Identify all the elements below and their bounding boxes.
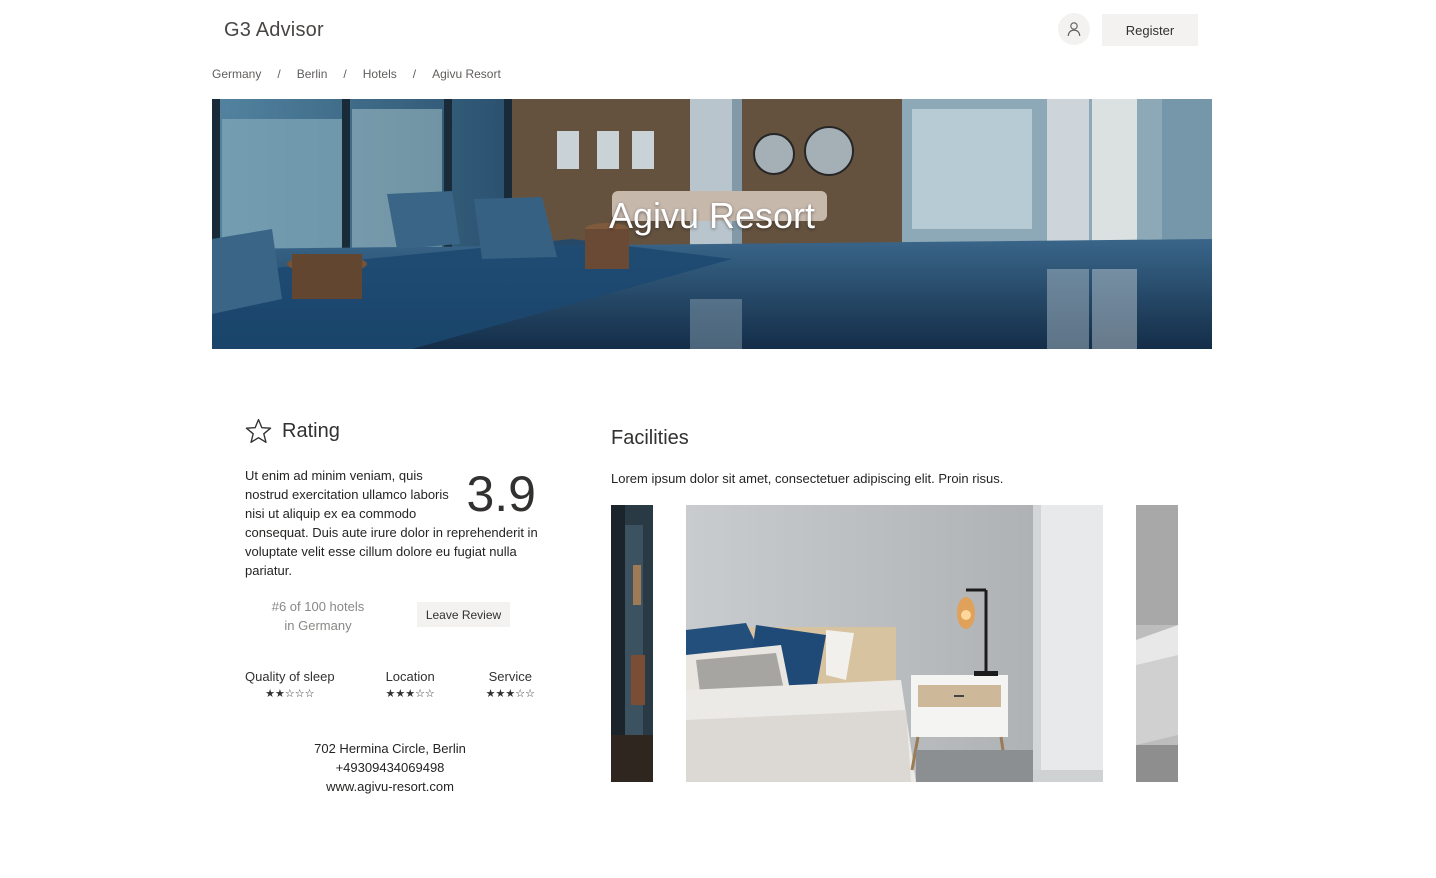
carousel-slide-previous[interactable]: [611, 505, 653, 782]
breadcrumb-item-germany[interactable]: Germany: [212, 67, 261, 81]
star-rating: ★★★☆☆: [385, 688, 435, 700]
website-link[interactable]: www.agivu-resort.com: [326, 779, 454, 794]
sub-rating-service: Service ★★★☆☆: [486, 669, 535, 701]
star-rating: ★★☆☆☆: [265, 688, 315, 700]
register-button[interactable]: Register: [1102, 14, 1198, 46]
sub-ratings: Quality of sleep ★★☆☆☆ Location ★★★☆☆ Se…: [245, 669, 535, 701]
sub-rating-label: Quality of sleep: [245, 669, 335, 684]
breadcrumb-item-current[interactable]: Agivu Resort: [432, 67, 501, 81]
phone-number: +49309434069498: [335, 760, 445, 775]
star-rating: ★★★☆☆: [485, 688, 535, 700]
star-outline-icon: [245, 418, 272, 443]
brand-logo-text[interactable]: G3 Advisor: [224, 19, 324, 42]
breadcrumb-separator: /: [277, 67, 281, 81]
facilities-carousel[interactable]: [611, 505, 1178, 782]
rank-line-2: in Germany: [284, 618, 352, 633]
carousel-slide-current[interactable]: [686, 505, 1103, 782]
lounge-photo: [611, 505, 653, 782]
sub-rating-location: Location ★★★☆☆: [385, 669, 434, 701]
hero-banner: Agivu Resort: [212, 99, 1212, 349]
breadcrumb-item-hotels[interactable]: Hotels: [363, 67, 397, 81]
rating-score: 3.9: [466, 466, 536, 522]
user-icon: [1067, 22, 1081, 37]
breadcrumb-separator: /: [343, 67, 347, 81]
carousel-slide-next[interactable]: [1136, 505, 1178, 782]
bedroom-photo: [686, 505, 1103, 782]
leave-review-button[interactable]: Leave Review: [417, 602, 510, 627]
rank-line-1: #6 of 100 hotels: [271, 599, 365, 614]
hotel-title: Agivu Resort: [608, 195, 816, 236]
breadcrumb-separator: /: [412, 67, 417, 81]
rating-header: Rating: [245, 418, 340, 444]
facilities-description: Lorem ipsum dolor sit amet, consectetuer…: [611, 471, 1004, 486]
breadcrumb: Germany / Berlin / Hotels / Agivu Resort: [212, 67, 501, 81]
breadcrumb-item-berlin[interactable]: Berlin: [297, 67, 328, 81]
sub-rating-label: Service: [488, 669, 532, 684]
bathroom-photo: [1136, 505, 1178, 782]
rating-heading: Rating: [282, 419, 340, 442]
contact-info: 702 Hermina Circle, Berlin +493094340694…: [245, 739, 535, 796]
sub-rating-quality-of-sleep: Quality of sleep ★★☆☆☆: [245, 669, 335, 701]
rating-description-block: 3.9 Ut enim ad minim veniam, quis nostru…: [245, 466, 545, 580]
user-profile-button[interactable]: [1058, 13, 1090, 45]
facilities-heading: Facilities: [611, 427, 689, 449]
hotel-rank: #6 of 100 hotels in Germany: [258, 597, 378, 635]
sub-rating-label: Location: [385, 669, 435, 684]
address: 702 Hermina Circle, Berlin: [314, 741, 466, 756]
